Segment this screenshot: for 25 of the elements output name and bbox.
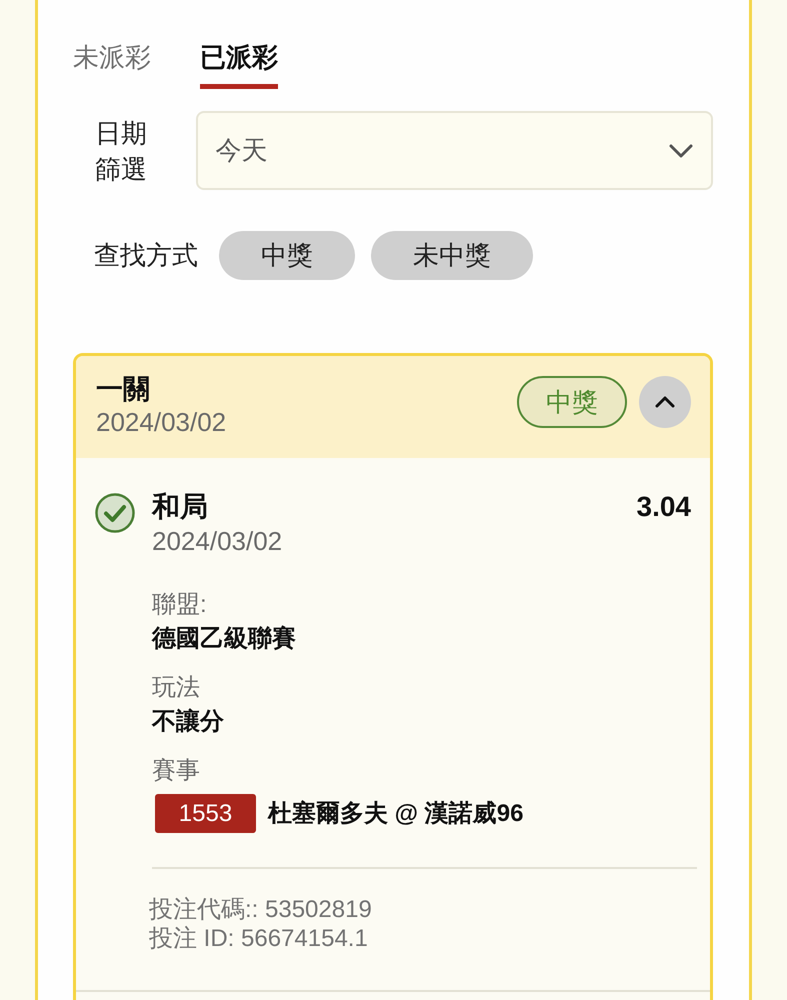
date-select[interactable]: 今天 [196, 111, 713, 190]
match-teams: 杜塞爾多夫 @ 漢諾威96 [268, 798, 524, 828]
detail-value: 德國乙級聯賽 [152, 624, 296, 654]
detail-value: 不讓分 [152, 707, 224, 737]
filter-chip[interactable]: 未中獎 [371, 231, 533, 280]
date-filter-label: 日期篩選 [95, 116, 148, 186]
search-by-label: 查找方式 [94, 239, 198, 272]
filter-chip[interactable]: 中獎 [219, 231, 355, 280]
tab[interactable]: 已派彩 [200, 42, 278, 89]
status-badge: 中獎 [517, 376, 627, 428]
caret-up-icon [655, 396, 675, 408]
tab[interactable]: 未派彩 [73, 42, 151, 89]
selection-outcome: 和局 [152, 490, 208, 524]
bet-type: 一關 [96, 373, 150, 406]
bet-code: 投注代碼:: 53502819 [149, 895, 372, 924]
detail-label: 聯盟: [152, 590, 207, 620]
selection-date: 2024/03/02 [152, 525, 282, 557]
detail-label: 賽事 [152, 756, 200, 786]
match-number-tag: 1553 [155, 794, 256, 833]
odds-value: 3.04 [636, 490, 691, 524]
bet-id: 投注 ID: 56674154.1 [149, 924, 368, 953]
chevron-down-icon [669, 144, 693, 158]
collapse-button[interactable] [639, 376, 691, 428]
bet-date: 2024/03/02 [96, 406, 226, 438]
detail-label: 玩法 [152, 673, 200, 703]
